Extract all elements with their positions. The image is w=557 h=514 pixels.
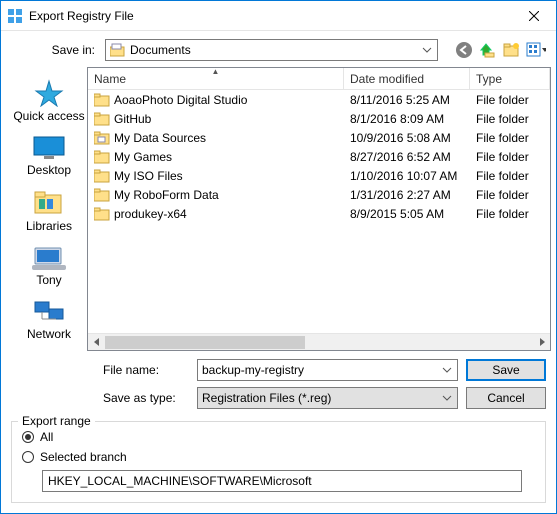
chevron-down-icon bbox=[420, 43, 434, 57]
saveastype-dropdown[interactable]: Registration Files (*.reg) bbox=[197, 387, 458, 409]
sort-indicator-icon: ▲ bbox=[212, 67, 220, 76]
filename-input[interactable]: backup-my-registry bbox=[197, 359, 458, 381]
file-name: My ISO Files bbox=[114, 169, 183, 183]
folder-icon bbox=[94, 93, 110, 107]
file-row[interactable]: My Games 8/27/2016 6:52 AMFile folder bbox=[88, 147, 550, 166]
file-row[interactable]: My RoboForm Data 1/31/2016 2:27 AMFile fo… bbox=[88, 185, 550, 204]
column-header-date[interactable]: Date modified bbox=[344, 68, 470, 89]
file-type: File folder bbox=[470, 93, 550, 107]
file-type: File folder bbox=[470, 188, 550, 202]
view-menu-button[interactable] bbox=[526, 40, 546, 60]
back-button[interactable] bbox=[454, 40, 474, 60]
file-date: 10/9/2016 5:08 AM bbox=[344, 131, 470, 145]
places-bar: Quick access Desktop Libraries Tony Netw… bbox=[11, 67, 87, 351]
network-icon bbox=[32, 299, 66, 325]
export-range-group: Export range All Selected branch HKEY_LO… bbox=[11, 421, 546, 503]
savein-dropdown[interactable]: Documents bbox=[105, 39, 438, 61]
scroll-right-icon[interactable] bbox=[533, 334, 550, 351]
file-date: 8/9/2015 5:05 AM bbox=[344, 207, 470, 221]
file-date: 1/31/2016 2:27 AM bbox=[344, 188, 470, 202]
scroll-track[interactable] bbox=[105, 334, 533, 351]
file-row[interactable]: My Data Sources 10/9/2016 5:08 AMFile fol… bbox=[88, 128, 550, 147]
documents-icon bbox=[110, 43, 126, 57]
file-row[interactable]: My ISO Files 1/10/2016 10:07 AMFile folde… bbox=[88, 166, 550, 185]
export-registry-dialog: Export Registry File Save in: Documents bbox=[0, 0, 557, 514]
file-date: 8/1/2016 8:09 AM bbox=[344, 112, 470, 126]
star-icon bbox=[33, 79, 65, 107]
filename-label: File name: bbox=[11, 363, 189, 377]
scroll-left-icon[interactable] bbox=[88, 334, 105, 351]
column-header-type[interactable]: Type bbox=[470, 68, 550, 89]
libraries-icon bbox=[33, 189, 65, 217]
file-name: produkey-x64 bbox=[114, 207, 187, 221]
place-quick-access[interactable]: Quick access bbox=[11, 75, 87, 127]
place-libraries[interactable]: Libraries bbox=[11, 185, 87, 237]
computer-icon bbox=[32, 245, 66, 271]
file-type: File folder bbox=[470, 150, 550, 164]
savein-toolbar bbox=[454, 40, 546, 60]
export-range-legend: Export range bbox=[18, 414, 95, 428]
saveastype-label: Save as type: bbox=[11, 391, 189, 405]
file-list[interactable]: AoaoPhoto Digital Studio 8/11/2016 5:25 A… bbox=[88, 90, 550, 333]
file-type: File folder bbox=[470, 112, 550, 126]
folder-icon bbox=[94, 112, 110, 126]
file-row[interactable]: GitHub 8/1/2016 8:09 AMFile folder bbox=[88, 109, 550, 128]
desktop-icon bbox=[32, 135, 66, 161]
cancel-button[interactable]: Cancel bbox=[466, 387, 546, 409]
column-header-name[interactable]: ▲ Name bbox=[88, 68, 344, 89]
close-button[interactable] bbox=[511, 1, 556, 30]
horizontal-scrollbar[interactable] bbox=[88, 333, 550, 350]
chevron-down-icon bbox=[440, 363, 454, 377]
chevron-down-icon bbox=[440, 391, 454, 405]
titlebar: Export Registry File bbox=[1, 1, 556, 31]
window-title: Export Registry File bbox=[29, 9, 511, 23]
place-desktop[interactable]: Desktop bbox=[11, 131, 87, 181]
new-folder-button[interactable] bbox=[502, 40, 522, 60]
file-date: 8/11/2016 5:25 AM bbox=[344, 93, 470, 107]
file-name: GitHub bbox=[114, 112, 151, 126]
file-name: My RoboForm Data bbox=[114, 188, 219, 202]
radio-selected-branch[interactable]: Selected branch bbox=[22, 450, 535, 464]
file-row[interactable]: AoaoPhoto Digital Studio 8/11/2016 5:25 A… bbox=[88, 90, 550, 109]
folder-icon bbox=[94, 131, 110, 145]
file-date: 1/10/2016 10:07 AM bbox=[344, 169, 470, 183]
file-name: AoaoPhoto Digital Studio bbox=[114, 93, 247, 107]
place-network[interactable]: Network bbox=[11, 295, 87, 345]
app-icon bbox=[7, 8, 23, 24]
savein-label: Save in: bbox=[11, 43, 99, 57]
file-list-pane: ▲ Name Date modified Type AoaoPhoto Digi… bbox=[87, 67, 551, 351]
branch-path-input[interactable]: HKEY_LOCAL_MACHINE\SOFTWARE\Microsoft bbox=[42, 470, 522, 492]
folder-icon bbox=[94, 207, 110, 221]
file-type: File folder bbox=[470, 131, 550, 145]
place-tony[interactable]: Tony bbox=[11, 241, 87, 291]
up-button[interactable] bbox=[478, 40, 498, 60]
file-type: File folder bbox=[470, 169, 550, 183]
file-type: File folder bbox=[470, 207, 550, 221]
save-button[interactable]: Save bbox=[466, 359, 546, 381]
radio-all[interactable]: All bbox=[22, 430, 535, 444]
file-row[interactable]: produkey-x64 8/9/2015 5:05 AMFile folder bbox=[88, 204, 550, 223]
folder-icon bbox=[94, 188, 110, 202]
folder-icon bbox=[94, 150, 110, 164]
file-name: My Data Sources bbox=[114, 131, 206, 145]
file-name: My Games bbox=[114, 150, 172, 164]
scroll-thumb[interactable] bbox=[105, 336, 305, 349]
folder-icon bbox=[94, 169, 110, 183]
radio-icon bbox=[22, 451, 34, 463]
file-date: 8/27/2016 6:52 AM bbox=[344, 150, 470, 164]
savein-value: Documents bbox=[130, 43, 191, 57]
file-list-header: ▲ Name Date modified Type bbox=[88, 68, 550, 90]
radio-icon bbox=[22, 431, 34, 443]
